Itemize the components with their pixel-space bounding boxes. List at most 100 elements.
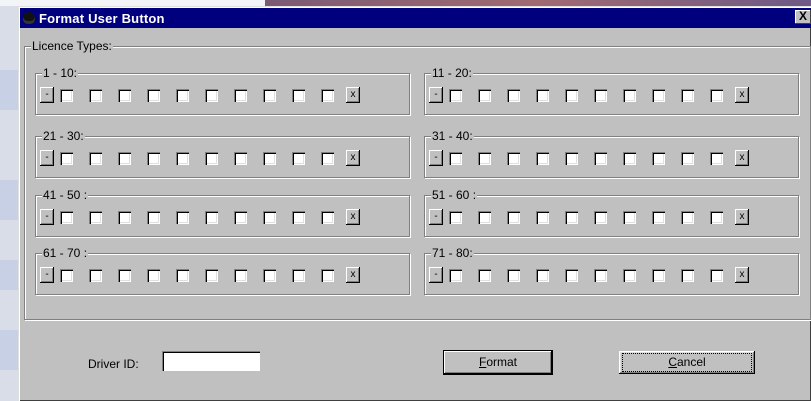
licence-checkbox[interactable] bbox=[449, 268, 462, 282]
licence-checkbox[interactable] bbox=[710, 88, 723, 102]
select-range-button[interactable]: x bbox=[346, 150, 360, 166]
licence-checkbox[interactable] bbox=[478, 151, 491, 165]
licence-checkbox[interactable] bbox=[60, 210, 73, 224]
licence-checkbox[interactable] bbox=[565, 268, 578, 282]
licence-checkbox[interactable] bbox=[710, 151, 723, 165]
clear-range-button[interactable]: - bbox=[40, 209, 54, 225]
cancel-button[interactable]: Cancel bbox=[619, 351, 755, 374]
licence-checkbox[interactable] bbox=[234, 151, 247, 165]
licence-checkbox[interactable] bbox=[205, 268, 218, 282]
licence-checkbox[interactable] bbox=[652, 210, 665, 224]
licence-checkbox[interactable] bbox=[118, 210, 131, 224]
clear-range-button[interactable]: - bbox=[429, 267, 443, 283]
clear-range-button[interactable]: - bbox=[429, 150, 443, 166]
licence-checkbox[interactable] bbox=[321, 268, 334, 282]
licence-checkbox[interactable] bbox=[594, 210, 607, 224]
select-range-button[interactable]: x bbox=[346, 209, 360, 225]
licence-checkbox[interactable] bbox=[60, 268, 73, 282]
licence-checkbox[interactable] bbox=[507, 88, 520, 102]
licence-checkbox[interactable] bbox=[536, 268, 549, 282]
licence-checkbox[interactable] bbox=[292, 268, 305, 282]
licence-checkbox[interactable] bbox=[234, 210, 247, 224]
select-range-button[interactable]: x bbox=[346, 87, 360, 103]
licence-checkbox[interactable] bbox=[449, 88, 462, 102]
licence-checkbox[interactable] bbox=[89, 210, 102, 224]
licence-checkbox[interactable] bbox=[565, 151, 578, 165]
licence-checkbox[interactable] bbox=[594, 151, 607, 165]
licence-checkbox[interactable] bbox=[594, 88, 607, 102]
licence-checkbox[interactable] bbox=[147, 268, 160, 282]
licence-checkbox[interactable] bbox=[205, 151, 218, 165]
licence-checkbox[interactable] bbox=[89, 151, 102, 165]
format-button[interactable]: Format bbox=[444, 351, 552, 374]
licence-checkbox[interactable] bbox=[176, 151, 189, 165]
licence-checkbox[interactable] bbox=[623, 268, 636, 282]
select-range-button[interactable]: x bbox=[735, 150, 749, 166]
licence-checkbox[interactable] bbox=[118, 88, 131, 102]
licence-checkbox[interactable] bbox=[681, 151, 694, 165]
licence-checkbox[interactable] bbox=[536, 151, 549, 165]
licence-checkbox[interactable] bbox=[321, 151, 334, 165]
clear-range-button[interactable]: - bbox=[40, 150, 54, 166]
licence-checkbox[interactable] bbox=[507, 151, 520, 165]
driver-id-input[interactable] bbox=[162, 351, 260, 371]
licence-checkbox[interactable] bbox=[623, 210, 636, 224]
licence-checkbox[interactable] bbox=[263, 210, 276, 224]
licence-checkbox[interactable] bbox=[321, 88, 334, 102]
licence-checkbox[interactable] bbox=[565, 210, 578, 224]
licence-checkbox[interactable] bbox=[176, 268, 189, 282]
licence-checkbox[interactable] bbox=[710, 268, 723, 282]
licence-checkbox[interactable] bbox=[681, 210, 694, 224]
licence-checkbox[interactable] bbox=[681, 268, 694, 282]
licence-checkbox[interactable] bbox=[118, 151, 131, 165]
licence-checkbox[interactable] bbox=[118, 268, 131, 282]
licence-checkbox[interactable] bbox=[147, 151, 160, 165]
licence-checkbox[interactable] bbox=[60, 151, 73, 165]
close-button[interactable]: X bbox=[795, 10, 811, 24]
licence-checkbox[interactable] bbox=[263, 268, 276, 282]
licence-checkbox[interactable] bbox=[234, 268, 247, 282]
licence-checkbox[interactable] bbox=[321, 210, 334, 224]
clear-range-button[interactable]: - bbox=[40, 267, 54, 283]
licence-checkbox[interactable] bbox=[205, 210, 218, 224]
licence-checkbox[interactable] bbox=[507, 210, 520, 224]
licence-checkbox[interactable] bbox=[89, 88, 102, 102]
licence-checkbox[interactable] bbox=[710, 210, 723, 224]
licence-checkbox[interactable] bbox=[176, 210, 189, 224]
licence-checkbox[interactable] bbox=[478, 210, 491, 224]
licence-checkbox[interactable] bbox=[536, 88, 549, 102]
licence-checkbox[interactable] bbox=[652, 88, 665, 102]
licence-checkbox[interactable] bbox=[263, 88, 276, 102]
licence-checkbox[interactable] bbox=[234, 88, 247, 102]
licence-checkbox[interactable] bbox=[60, 88, 73, 102]
licence-checkbox[interactable] bbox=[507, 268, 520, 282]
licence-checkbox[interactable] bbox=[536, 210, 549, 224]
licence-checkbox[interactable] bbox=[565, 88, 578, 102]
licence-checkbox[interactable] bbox=[594, 268, 607, 282]
licence-checkbox[interactable] bbox=[681, 88, 694, 102]
licence-checkbox[interactable] bbox=[89, 268, 102, 282]
licence-checkbox[interactable] bbox=[263, 151, 276, 165]
licence-checkbox[interactable] bbox=[176, 88, 189, 102]
licence-checkbox[interactable] bbox=[478, 268, 491, 282]
licence-checkbox[interactable] bbox=[623, 88, 636, 102]
licence-checkbox[interactable] bbox=[292, 210, 305, 224]
licence-checkbox[interactable] bbox=[205, 88, 218, 102]
licence-checkbox[interactable] bbox=[623, 151, 636, 165]
licence-checkbox[interactable] bbox=[652, 268, 665, 282]
select-range-button[interactable]: x bbox=[346, 267, 360, 283]
licence-checkbox[interactable] bbox=[292, 151, 305, 165]
licence-checkbox[interactable] bbox=[449, 151, 462, 165]
licence-checkbox[interactable] bbox=[147, 88, 160, 102]
clear-range-button[interactable]: - bbox=[429, 209, 443, 225]
select-range-button[interactable]: x bbox=[735, 267, 749, 283]
clear-range-button[interactable]: - bbox=[40, 87, 54, 103]
select-range-button[interactable]: x bbox=[735, 209, 749, 225]
clear-range-button[interactable]: - bbox=[429, 87, 443, 103]
licence-checkbox[interactable] bbox=[652, 151, 665, 165]
licence-checkbox[interactable] bbox=[147, 210, 160, 224]
select-range-button[interactable]: x bbox=[735, 87, 749, 103]
title-bar[interactable]: Format User Button X bbox=[20, 8, 811, 28]
licence-checkbox[interactable] bbox=[292, 88, 305, 102]
licence-checkbox[interactable] bbox=[449, 210, 462, 224]
